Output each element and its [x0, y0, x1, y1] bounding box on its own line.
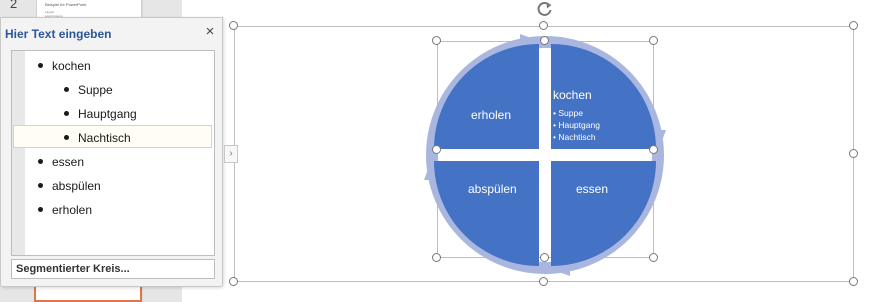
resize-handle-inner-top-left[interactable]: [432, 36, 441, 45]
list-item-label: essen: [52, 155, 85, 169]
segmented-circle-diagram[interactable]: [420, 30, 670, 280]
list-item-abspuelen[interactable]: abspülen: [38, 175, 101, 197]
chevron-right-icon[interactable]: ›: [224, 145, 238, 163]
segment-abspuelen[interactable]: [434, 161, 539, 266]
list-item-label: Suppe: [78, 83, 113, 97]
segment-label-essen: essen: [576, 182, 609, 196]
segment-label-abspuelen: abspülen: [468, 182, 517, 196]
resize-handle-outer-bottom[interactable]: [539, 277, 548, 286]
list-item-label: Nachtisch: [78, 131, 131, 145]
bullet-dot: [38, 207, 43, 213]
resize-handle-outer-bottom-left[interactable]: [229, 277, 238, 286]
pane-title: Hier Text eingeben: [5, 27, 112, 41]
resize-handle-outer-right[interactable]: [849, 149, 858, 158]
bullet-dot: [64, 87, 69, 93]
resize-handle-outer-top-right[interactable]: [849, 21, 858, 30]
close-icon[interactable]: ×: [203, 24, 217, 40]
list-item-nachtisch[interactable]: Nachtisch: [64, 127, 131, 149]
segment-essen[interactable]: [551, 161, 656, 266]
resize-handle-outer-top-left[interactable]: [229, 21, 238, 30]
list-item-label: Hauptgang: [78, 107, 137, 121]
thumbnail-title: Beispiel für PowerPoint: [45, 2, 87, 7]
list-item-suppe[interactable]: Suppe: [64, 79, 113, 101]
resize-handle-inner-bottom-left[interactable]: [432, 253, 441, 262]
list-item-essen[interactable]: essen: [38, 151, 84, 173]
segment-label-kochen: kochen: [553, 88, 592, 102]
list-item-label: kochen: [52, 59, 91, 73]
resize-handle-inner-right[interactable]: [649, 145, 658, 154]
arrow-ring: [424, 34, 666, 276]
resize-handle-inner-top-right[interactable]: [649, 36, 658, 45]
bullet-dot: [38, 63, 43, 69]
list-item-erholen[interactable]: erholen: [38, 199, 92, 221]
segment-label-erholen: erholen: [471, 108, 512, 122]
list-item-label: abspülen: [52, 179, 101, 193]
list-gutter: [12, 51, 25, 255]
rotate-icon[interactable]: [536, 0, 554, 18]
sub-bullet: Hauptgang: [553, 119, 600, 131]
resize-handle-outer-bottom-right[interactable]: [849, 277, 858, 286]
bullet-dot: [38, 159, 43, 165]
list-item-kochen[interactable]: kochen: [38, 55, 91, 77]
bullet-dot: [64, 111, 69, 117]
resize-handle-inner-bottom-right[interactable]: [649, 253, 658, 262]
list-item-label: erholen: [52, 203, 93, 217]
sub-bullet: Suppe: [553, 107, 600, 119]
layout-link[interactable]: Segmentierter Kreis...: [11, 259, 215, 279]
resize-handle-inner-left[interactable]: [432, 145, 441, 154]
resize-handle-inner-top[interactable]: [540, 36, 549, 45]
list-item-hauptgang[interactable]: Hauptgang: [64, 103, 137, 125]
text-pane: Hier Text eingeben × kochen Suppe Hauptg…: [0, 17, 223, 287]
segment-erholen[interactable]: [434, 44, 539, 149]
kochen-sub-bullets: Suppe Hauptgang Nachtisch: [553, 107, 600, 143]
sub-bullet: Nachtisch: [553, 131, 600, 143]
bullet-dot: [64, 135, 69, 141]
bullet-list[interactable]: kochen Suppe Hauptgang Nachtisch essen a…: [11, 50, 215, 256]
resize-handle-outer-top[interactable]: [539, 21, 548, 30]
bullet-dot: [38, 183, 43, 189]
resize-handle-inner-bottom[interactable]: [540, 253, 549, 262]
slide-number: 2: [10, 0, 18, 11]
